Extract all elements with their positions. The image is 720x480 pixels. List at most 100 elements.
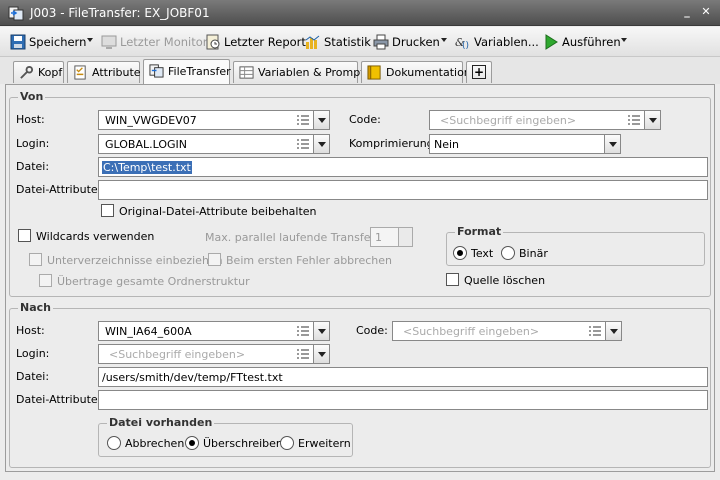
list-icon[interactable] (628, 114, 640, 126)
variables-table-icon (239, 66, 254, 79)
save-button[interactable]: Speichern (10, 34, 86, 52)
nach-code-combo[interactable]: <Suchbegriff eingeben> (392, 321, 622, 341)
nach-login-dropdown-arrow[interactable] (313, 345, 329, 363)
von-file-attr-label: Datei-Attribute: (16, 183, 102, 196)
format-binary-label: Binär (519, 247, 548, 260)
von-login-dropdown-arrow[interactable] (313, 135, 329, 153)
von-host-combo[interactable]: WIN_VWGDEV07 (98, 110, 330, 130)
von-code-combo[interactable]: <Suchbegriff eingeben> (429, 110, 661, 130)
nach-code-placeholder: <Suchbegriff eingeben> (403, 325, 540, 338)
nach-file-attr-label: Datei-Attribute: (16, 393, 102, 406)
nach-file-value: /users/smith/dev/temp/FTtest.txt (102, 371, 283, 384)
filetransfer-icon (149, 64, 164, 78)
von-code-placeholder: <Suchbegriff eingeben> (440, 114, 577, 127)
spinner-up-button[interactable] (398, 228, 412, 237)
von-login-label: Login: (16, 137, 50, 150)
von-compression-dropdown-arrow[interactable] (604, 135, 620, 153)
window-title: J003 - FileTransfer: EX_JOBF01 (30, 6, 210, 20)
list-icon[interactable] (589, 325, 601, 337)
transfer-structure-checkbox[interactable] (39, 274, 52, 287)
exists-abort-radio[interactable] (107, 436, 121, 450)
close-button[interactable]: ✕ (699, 5, 713, 19)
tab-attribute[interactable]: Attribute (67, 61, 141, 83)
wildcards-label: Wildcards verwenden (36, 230, 155, 243)
exists-abort-label: Abbrechen (125, 437, 185, 450)
max-parallel-label: Max. parallel laufende Transfers: (205, 231, 385, 244)
von-code-label: Code: (349, 113, 381, 126)
variables-icon: &() (455, 36, 469, 50)
book-icon (367, 65, 381, 80)
exists-overwrite-radio[interactable] (185, 436, 199, 450)
von-file-value: C:\Temp\test.txt (102, 161, 192, 174)
max-parallel-spinner[interactable]: 1 (370, 227, 413, 247)
nach-file-input[interactable]: /users/smith/dev/temp/FTtest.txt (98, 367, 708, 387)
toolbar: Speichern Letzter Monitor Letzter Report… (0, 27, 720, 57)
tab-add-button[interactable]: + (466, 61, 492, 83)
delete-source-label: Quelle löschen (464, 274, 546, 287)
filetransfer-app-icon (8, 6, 24, 21)
nach-host-combo[interactable]: WIN_IA64_600A (98, 321, 330, 341)
format-group-title: Format (455, 225, 504, 238)
tab-kopf[interactable]: Kopf (13, 61, 64, 83)
subdirs-label: Unterverzeichnisse einbeziehen (47, 254, 223, 267)
list-icon[interactable] (297, 138, 309, 150)
von-file-attr-input[interactable] (98, 180, 708, 200)
von-code-dropdown-arrow[interactable] (644, 111, 660, 129)
exists-overwrite-label: Überschreiben (203, 437, 283, 450)
print-dropdown-arrow[interactable] (441, 38, 447, 42)
execute-button[interactable]: Ausführen (543, 34, 621, 52)
von-file-input[interactable]: C:\Temp\test.txt (98, 157, 708, 177)
nach-file-attr-input[interactable] (98, 390, 708, 410)
von-compression-select[interactable]: Nein (429, 134, 621, 154)
von-file-label: Datei: (16, 160, 50, 173)
wildcards-checkbox[interactable] (18, 229, 31, 242)
keep-attributes-label: Original-Datei-Attribute beibehalten (119, 205, 317, 218)
nach-host-value: WIN_IA64_600A (105, 325, 192, 338)
format-text-radio[interactable] (453, 246, 467, 260)
spinner-down-button[interactable] (398, 237, 412, 246)
von-host-dropdown-arrow[interactable] (313, 111, 329, 129)
last-monitor-button[interactable]: Letzter Monitor (101, 34, 208, 52)
nach-login-combo[interactable]: <Suchbegriff eingeben> (98, 344, 330, 364)
nach-login-label: Login: (16, 347, 50, 360)
transfer-structure-label: Übertrage gesamte Ordnerstruktur (57, 275, 250, 288)
nach-host-dropdown-arrow[interactable] (313, 322, 329, 340)
execute-dropdown-arrow[interactable] (621, 38, 627, 42)
von-host-value: WIN_VWGDEV07 (105, 114, 197, 127)
tab-filetransfer[interactable]: FileTransfer (143, 59, 231, 84)
von-compression-label: Komprimierung: (349, 137, 438, 150)
keep-attributes-checkbox[interactable] (101, 204, 114, 217)
variables-button[interactable]: &() Variablen... (455, 34, 539, 52)
minimize-button[interactable]: _ (680, 5, 694, 19)
nach-host-label: Host: (16, 324, 45, 337)
save-dropdown-arrow[interactable] (87, 38, 93, 42)
nach-group-title: Nach (18, 301, 53, 314)
subdirs-checkbox[interactable] (29, 253, 42, 266)
checklist-icon (74, 65, 86, 80)
von-login-value: GLOBAL.LOGIN (105, 138, 188, 151)
abort-first-error-checkbox[interactable] (208, 253, 221, 266)
nach-code-dropdown-arrow[interactable] (605, 322, 621, 340)
delete-source-checkbox[interactable] (446, 273, 459, 286)
list-icon[interactable] (297, 348, 309, 360)
format-text-label: Text (471, 247, 494, 260)
monitor-icon (101, 35, 117, 49)
abort-first-error-label: Beim ersten Fehler abbrechen (226, 254, 392, 267)
file-exists-group-title: Datei vorhanden (107, 416, 215, 429)
bar-chart-icon (305, 35, 320, 49)
print-button[interactable]: Drucken (373, 34, 440, 52)
nach-login-placeholder: <Suchbegriff eingeben> (109, 348, 246, 361)
list-icon[interactable] (297, 325, 309, 337)
last-report-button[interactable]: Letzter Report (205, 34, 306, 52)
von-login-combo[interactable]: GLOBAL.LOGIN (98, 134, 330, 154)
nach-code-label: Code: (356, 324, 388, 337)
exists-append-radio[interactable] (280, 436, 294, 450)
tab-bar: Kopf Attribute FileTransfer Variablen & … (0, 57, 720, 84)
list-icon[interactable] (297, 114, 309, 126)
tab-dokumentation[interactable]: Dokumentation (361, 61, 471, 83)
format-binary-radio[interactable] (501, 246, 515, 260)
statistics-button[interactable]: Statistik (305, 34, 371, 52)
floppy-disk-icon (10, 34, 26, 50)
title-bar: J003 - FileTransfer: EX_JOBF01 _ ✕ (0, 0, 720, 26)
tab-variables-prompts[interactable]: Variablen & Prompts (233, 61, 370, 83)
